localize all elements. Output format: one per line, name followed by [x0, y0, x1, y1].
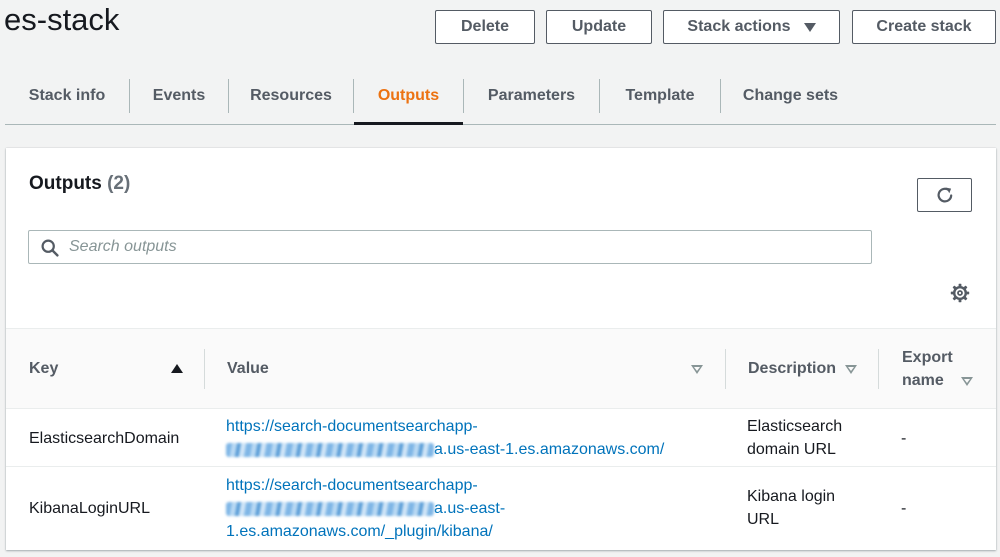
search-input[interactable] — [69, 231, 859, 263]
output-value-line1: https://search-documentsearchapp- — [226, 418, 478, 435]
output-description-line1: Kibana login — [747, 488, 836, 505]
outputs-count: (2) — [107, 173, 131, 194]
refresh-button[interactable] — [917, 178, 972, 212]
column-label-export-name: Export name — [902, 346, 953, 392]
output-value-line2: a.us-east-1.es.amazonaws.com/ — [434, 441, 665, 458]
tab-change-sets[interactable]: Change sets — [721, 68, 860, 124]
sort-descending-icon — [691, 365, 703, 374]
column-divider — [878, 349, 879, 389]
stack-tabs: Stack info Events Resources Outputs Para… — [5, 68, 996, 125]
search-icon — [41, 239, 59, 257]
output-value-link[interactable]: https://search-documentsearchapp- a.us-e… — [226, 477, 505, 540]
gear-icon[interactable] — [950, 283, 970, 303]
column-label-value: Value — [227, 360, 269, 377]
table-row: ElasticsearchDomain https://search-docum… — [6, 409, 996, 467]
output-export-name: - — [901, 500, 907, 517]
output-description: Elasticsearch domain URL — [747, 415, 877, 461]
output-value-link[interactable]: https://search-documentsearchapp- a.us-e… — [226, 418, 664, 458]
table-header: Key Value Description Export name — [6, 328, 996, 409]
search-box — [28, 230, 872, 264]
sort-descending-icon — [845, 365, 857, 374]
tab-outputs[interactable]: Outputs — [354, 68, 463, 125]
stack-actions-label: Stack actions — [687, 18, 791, 35]
refresh-icon — [937, 187, 952, 203]
output-value: https://search-documentsearchapp- a.us-e… — [226, 474, 716, 543]
output-description-line2: URL — [747, 511, 780, 528]
column-divider — [204, 349, 205, 389]
tab-template[interactable]: Template — [600, 68, 720, 124]
tab-stack-info[interactable]: Stack info — [5, 68, 129, 124]
column-label-key: Key — [29, 360, 59, 377]
sort-descending-icon — [961, 377, 973, 386]
table-row: KibanaLoginURL https://search-documentse… — [6, 468, 996, 550]
column-header-export-name[interactable]: Export name — [902, 329, 992, 409]
delete-button[interactable]: Delete — [435, 10, 535, 44]
page-header: es-stack Delete Update Stack actions Cre… — [0, 0, 1000, 60]
output-value-line2: a.us-east- — [434, 500, 506, 517]
output-key: KibanaLoginURL — [29, 500, 150, 517]
redacted-segment — [226, 501, 434, 516]
output-key: ElasticsearchDomain — [29, 430, 180, 447]
column-header-key[interactable]: Key — [29, 329, 204, 409]
output-value-line1: https://search-documentsearchapp- — [226, 477, 478, 494]
outputs-heading: Outputs (2) — [29, 173, 130, 195]
page-title: es-stack — [4, 2, 120, 37]
tab-parameters[interactable]: Parameters — [464, 68, 599, 124]
update-button[interactable]: Update — [546, 10, 652, 44]
caret-down-icon — [803, 22, 816, 32]
outputs-title: Outputs — [29, 173, 102, 194]
output-description: Kibana login URL — [747, 485, 877, 531]
create-stack-button[interactable]: Create stack — [852, 10, 996, 44]
column-label-description: Description — [748, 360, 837, 377]
tab-events[interactable]: Events — [130, 68, 228, 124]
column-divider — [725, 349, 726, 389]
output-value-line3: 1.es.amazonaws.com/_plugin/kibana/ — [226, 523, 493, 540]
column-header-description[interactable]: Description — [748, 329, 878, 409]
tab-resources[interactable]: Resources — [229, 68, 353, 124]
output-description-line2: domain URL — [747, 441, 836, 458]
column-label-export-name-line2: name — [902, 372, 944, 389]
column-label-export-name-line1: Export — [902, 349, 953, 366]
redacted-segment — [226, 442, 434, 457]
output-export-name: - — [901, 430, 907, 447]
sort-ascending-icon — [171, 364, 183, 373]
stack-actions-button[interactable]: Stack actions — [663, 10, 840, 44]
column-header-value[interactable]: Value — [227, 329, 725, 409]
output-value: https://search-documentsearchapp- a.us-e… — [226, 415, 716, 461]
output-description-line1: Elasticsearch — [747, 418, 843, 435]
outputs-panel: Outputs (2) Key — [6, 148, 996, 550]
